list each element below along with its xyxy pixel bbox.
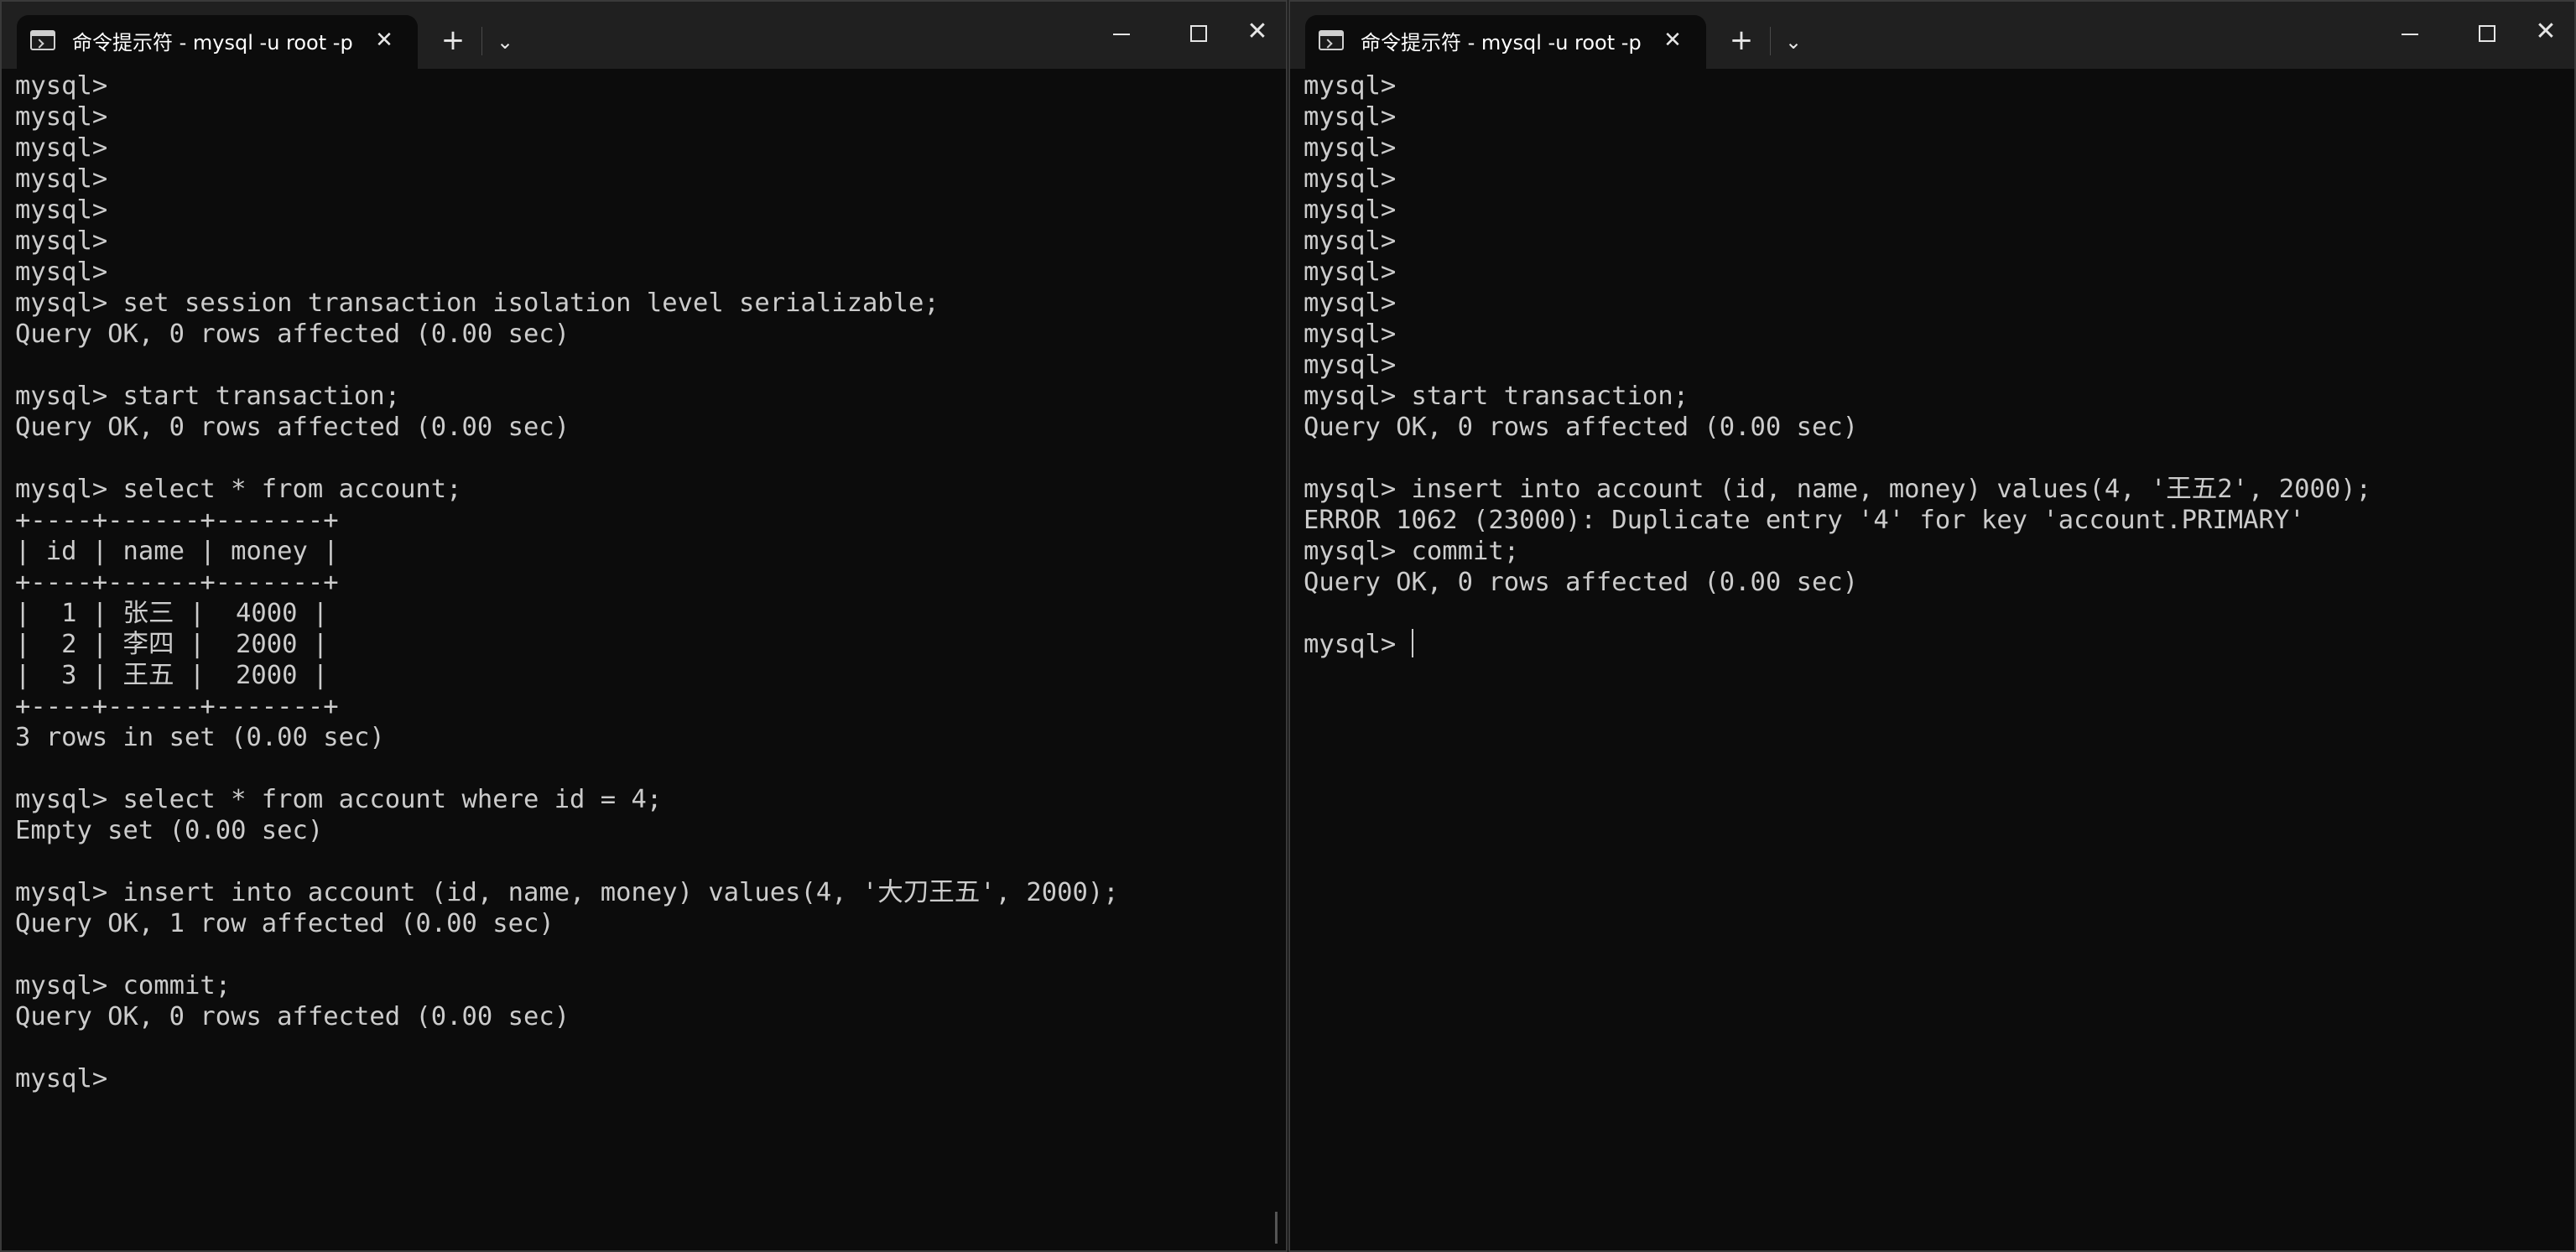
terminal-line: Query OK, 0 rows affected (0.00 sec) [15, 319, 570, 349]
close-button[interactable]: ✕ [2516, 12, 2574, 59]
terminal-line: mysql> [15, 164, 108, 194]
right-terminal-window: 命令提示符 - mysql -u root -p ✕ + ⌄ ✕ mysql> m… [1288, 0, 2576, 1252]
minimize-button[interactable] [1091, 12, 1150, 59]
terminal-line: Empty set (0.00 sec) [15, 816, 324, 845]
terminal-line: Query OK, 0 rows affected (0.00 sec) [1304, 413, 1859, 442]
close-button[interactable]: ✕ [1227, 12, 1286, 59]
terminal-line: mysql> set session transaction isolation… [15, 288, 939, 318]
left-terminal-window: 命令提示符 - mysql -u root -p ✕ + ⌄ ✕ mysql> m… [0, 0, 1288, 1252]
terminal-line: Query OK, 0 rows affected (0.00 sec) [15, 413, 570, 442]
tab-close-icon[interactable]: ✕ [1659, 27, 1686, 54]
maximize-icon [2479, 25, 2495, 42]
tab-title: 命令提示符 - mysql -u root -p [72, 31, 353, 55]
terminal-line: mysql> [1304, 226, 1397, 256]
tab-divider [481, 27, 482, 55]
terminal-line: | 3 | 王五 | 2000 | [15, 661, 329, 690]
terminal-line: mysql> select * from account where id = … [15, 785, 663, 814]
terminal-line: Query OK, 1 row affected (0.00 sec) [15, 909, 554, 938]
terminal-line: mysql> [15, 102, 108, 132]
command-prompt-icon [1319, 30, 1344, 50]
terminal-line: mysql> [1304, 257, 1397, 287]
tab-close-icon[interactable]: ✕ [371, 27, 398, 54]
text-cursor [1411, 629, 1413, 657]
terminal-output[interactable]: mysql> mysql> mysql> mysql> mysql> mysql> mysq… [15, 70, 1276, 1250]
terminal-line: mysql> select * from account; [15, 475, 462, 504]
active-tab[interactable]: 命令提示符 - mysql -u root -p ✕ [17, 15, 418, 69]
minimize-button[interactable] [2380, 12, 2438, 59]
terminal-line: | 1 | 张三 | 4000 | [15, 599, 329, 628]
command-prompt-icon [30, 30, 55, 50]
tab-title: 命令提示符 - mysql -u root -p [1361, 31, 1642, 55]
terminal-line: | id | name | money | [15, 537, 339, 566]
tab-divider [1770, 27, 1771, 55]
terminal-line: mysql> commit; [15, 971, 232, 1000]
new-tab-button[interactable]: + [435, 23, 471, 60]
terminal-line: mysql> start transaction; [1304, 382, 1689, 411]
terminal-line: mysql> start transaction; [15, 382, 401, 411]
close-icon: ✕ [1246, 17, 1268, 46]
scrollbar-thumb[interactable] [1275, 1212, 1278, 1244]
terminal-line: mysql> [1304, 102, 1397, 132]
terminal-line: mysql> [15, 133, 108, 163]
terminal-line: Query OK, 0 rows affected (0.00 sec) [15, 1002, 570, 1031]
terminal-line: mysql> [1304, 195, 1397, 225]
title-bar[interactable]: 命令提示符 - mysql -u root -p ✕ + ⌄ ✕ [2, 2, 1286, 69]
active-tab[interactable]: 命令提示符 - mysql -u root -p ✕ [1305, 15, 1706, 69]
terminal-line: | 2 | 李四 | 2000 | [15, 630, 329, 659]
terminal-line: ERROR 1062 (23000): Duplicate entry '4' … [1304, 506, 2305, 535]
terminal-line: mysql> [1304, 629, 1413, 659]
terminal-line: mysql> [1304, 319, 1397, 349]
terminal-line: +----+------+-------+ [15, 568, 339, 597]
terminal-line: mysql> [1304, 133, 1397, 163]
maximize-icon [1190, 25, 1207, 42]
terminal-line: mysql> insert into account (id, name, mo… [1304, 475, 2371, 504]
terminal-line: mysql> [15, 1064, 108, 1094]
terminal-line: mysql> [15, 226, 108, 256]
terminal-line: mysql> [15, 71, 108, 101]
terminal-line: mysql> [15, 195, 108, 225]
title-bar[interactable]: 命令提示符 - mysql -u root -p ✕ + ⌄ ✕ [1290, 2, 2574, 69]
terminal-line: mysql> [1304, 164, 1397, 194]
desktop: 命令提示符 - mysql -u root -p ✕ + ⌄ ✕ mysql> m… [0, 0, 2576, 1252]
minimize-icon [2402, 34, 2418, 35]
minimize-icon [1113, 34, 1130, 35]
maximize-button[interactable] [1168, 12, 1227, 59]
terminal-line: mysql> [1304, 351, 1397, 380]
new-tab-button[interactable]: + [1723, 23, 1760, 60]
terminal-line: mysql> insert into account (id, name, mo… [15, 878, 1119, 907]
maximize-button[interactable] [2457, 12, 2516, 59]
close-icon: ✕ [2535, 17, 2557, 46]
terminal-line: 3 rows in set (0.00 sec) [15, 723, 385, 752]
terminal-line: mysql> commit; [1304, 537, 1520, 566]
terminal-line: +----+------+-------+ [15, 506, 339, 535]
terminal-line: Query OK, 0 rows affected (0.00 sec) [1304, 568, 1859, 597]
terminal-line: +----+------+-------+ [15, 692, 339, 721]
chevron-down-icon[interactable]: ⌄ [488, 25, 522, 59]
chevron-down-icon[interactable]: ⌄ [1777, 25, 1810, 59]
terminal-output[interactable]: mysql> mysql> mysql> mysql> mysql> mysql> mysq… [1304, 70, 2564, 1250]
terminal-line: mysql> [15, 257, 108, 287]
terminal-line: mysql> [1304, 71, 1397, 101]
terminal-line: mysql> [1304, 288, 1397, 318]
